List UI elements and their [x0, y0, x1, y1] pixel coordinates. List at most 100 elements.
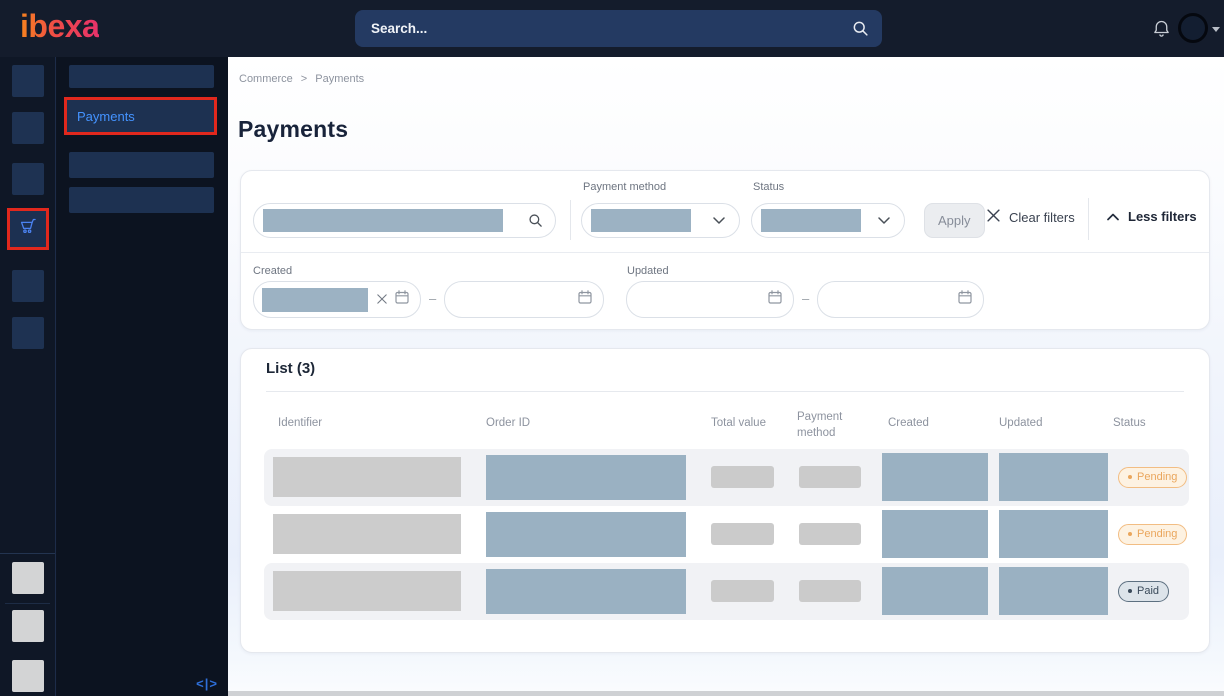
column-header-identifier: Identifier [278, 417, 322, 429]
column-header-payment-method: Payment method [797, 410, 857, 441]
commerce-menu-item-highlighted[interactable] [7, 208, 49, 250]
table-row[interactable]: Pending [264, 506, 1189, 563]
status-select[interactable] [751, 203, 905, 238]
sidebar-resize-handle-icon[interactable]: <|> [196, 676, 218, 691]
menu-item-placeholder[interactable] [12, 112, 44, 144]
rail-divider [5, 603, 50, 604]
less-filters-label: Less filters [1128, 209, 1197, 224]
calendar-icon[interactable] [577, 289, 593, 310]
updated-label: Updated [627, 265, 669, 277]
commerce-submenu: Payments <|> [57, 57, 228, 696]
bottom-menu-item-placeholder[interactable] [12, 660, 44, 692]
calendar-icon[interactable] [957, 289, 973, 310]
ibexa-admin-window: ibexa [0, 0, 1224, 696]
payment-method-placeholder [799, 580, 861, 602]
updated-from-date-input[interactable] [626, 281, 794, 318]
calendar-icon[interactable] [767, 289, 783, 310]
updated-placeholder [999, 453, 1108, 501]
created-from-date-input[interactable] [253, 281, 421, 318]
list-title: List (3) [266, 360, 315, 377]
clear-filters-button[interactable]: Clear filters [987, 209, 1075, 225]
status-badge-label: Pending [1137, 471, 1177, 483]
redacted-selected-value [591, 209, 691, 232]
user-avatar[interactable] [1178, 13, 1208, 43]
submenu-item-placeholder[interactable] [69, 187, 214, 213]
payment-method-label: Payment method [583, 181, 666, 193]
notifications-bell-icon[interactable] [1151, 17, 1172, 45]
breadcrumb-separator: > [301, 73, 307, 85]
shopping-cart-icon [17, 216, 39, 243]
breadcrumb-item-payments: Payments [315, 73, 364, 85]
total-value-placeholder [711, 580, 774, 602]
rail-divider [0, 553, 55, 554]
submenu-item-placeholder[interactable] [69, 152, 214, 178]
updated-placeholder [999, 567, 1108, 615]
filters-row-divider [241, 252, 1209, 253]
status-badge: Pending [1118, 467, 1187, 488]
search-icon[interactable] [852, 20, 869, 37]
filter-divider [570, 200, 571, 240]
total-value-placeholder [711, 466, 774, 488]
global-search-input[interactable] [355, 10, 852, 47]
created-placeholder [882, 453, 988, 501]
created-placeholder [882, 510, 988, 558]
created-label: Created [253, 265, 292, 277]
calendar-icon[interactable] [394, 289, 410, 310]
status-label: Status [753, 181, 784, 193]
menu-item-placeholder[interactable] [12, 270, 44, 302]
identifier-placeholder [273, 457, 461, 497]
date-range-dash: – [802, 291, 809, 306]
menu-item-placeholder[interactable] [12, 163, 44, 195]
order-id-placeholder [486, 512, 686, 557]
column-header-total-value: Total value [711, 417, 766, 429]
filter-search-input[interactable] [253, 203, 556, 238]
filter-divider [1088, 198, 1089, 240]
apply-button[interactable]: Apply [924, 203, 985, 238]
global-search [355, 10, 882, 47]
page-title: Payments [238, 116, 348, 143]
updated-to-date-input[interactable] [817, 281, 984, 318]
menu-item-placeholder[interactable] [12, 317, 44, 349]
payment-method-placeholder [799, 523, 861, 545]
breadcrumb-item-commerce[interactable]: Commerce [239, 73, 293, 85]
chevron-down-icon [878, 217, 890, 224]
order-id-placeholder [486, 455, 686, 500]
column-header-order-id: Order ID [486, 417, 530, 429]
breadcrumb: Commerce > Payments [239, 73, 364, 85]
table-row[interactable]: Paid [264, 563, 1189, 620]
redacted-date-value [262, 288, 368, 312]
search-icon[interactable] [528, 213, 543, 228]
status-dot-icon [1128, 532, 1132, 536]
column-header-created: Created [888, 417, 929, 429]
bottom-menu-item-placeholder[interactable] [12, 610, 44, 642]
ibexa-logo[interactable]: ibexa [20, 8, 99, 45]
clear-date-icon[interactable] [377, 291, 387, 309]
column-header-updated: Updated [999, 417, 1042, 429]
payment-method-select[interactable] [581, 203, 740, 238]
redacted-selected-value [761, 209, 861, 232]
table-row[interactable]: Pending [264, 449, 1189, 506]
table-header-row: Identifier Order ID Total value Payment … [264, 405, 1189, 445]
filters-panel: Payment method Status Apply [240, 170, 1210, 330]
top-bar: ibexa [0, 0, 1224, 57]
menu-item-placeholder[interactable] [12, 65, 44, 97]
close-icon [987, 209, 1000, 225]
status-badge-label: Paid [1137, 585, 1159, 597]
submenu-item-payments-highlighted[interactable]: Payments [64, 97, 217, 135]
user-menu-caret-icon[interactable] [1212, 27, 1220, 32]
date-range-dash: – [429, 291, 436, 306]
status-badge: Paid [1118, 581, 1169, 602]
clear-filters-label: Clear filters [1009, 210, 1075, 225]
created-to-date-input[interactable] [444, 281, 604, 318]
payments-link: Payments [67, 109, 135, 124]
horizontal-scrollbar[interactable] [228, 691, 1224, 696]
main-menu-rail [0, 57, 56, 696]
less-filters-toggle[interactable]: Less filters [1107, 209, 1197, 224]
bottom-menu-item-placeholder[interactable] [12, 562, 44, 594]
main-content: Commerce > Payments Payments Payment met… [228, 57, 1224, 696]
identifier-placeholder [273, 571, 461, 611]
submenu-item-placeholder[interactable] [69, 65, 214, 88]
payments-list-panel: List (3) Identifier Order ID Total value… [240, 348, 1210, 653]
total-value-placeholder [711, 523, 774, 545]
chevron-down-icon [713, 217, 725, 224]
